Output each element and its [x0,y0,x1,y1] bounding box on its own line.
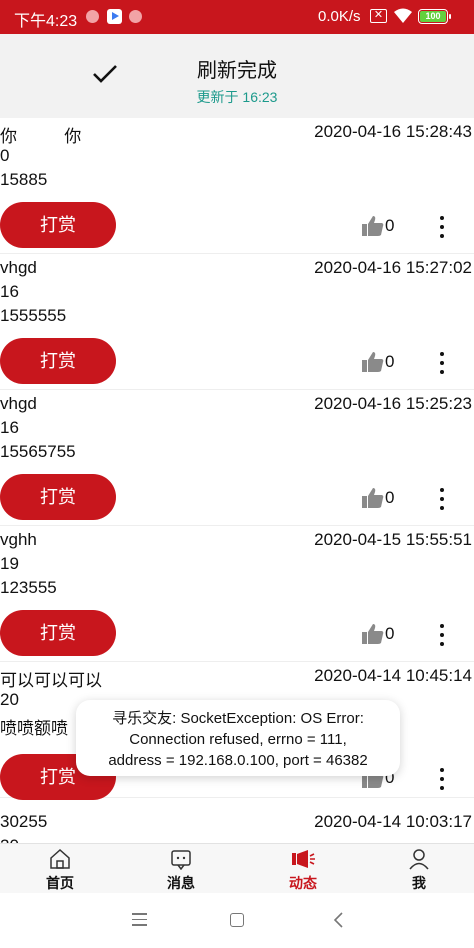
more-options-icon[interactable] [434,486,450,512]
post-author: 可以可以可以 [0,671,102,690]
home-icon [50,848,70,869]
notification-dot-icon [129,10,142,23]
post-content: 喷喷额喷 [0,719,68,738]
post-age: 16 [0,282,19,301]
tab-home[interactable]: 首页 [15,848,105,894]
post-author: 30255 [0,812,48,831]
post-content: 15885 [0,170,48,189]
post-item[interactable]: vhgd 2020-04-16 15:25:23 16 15565755 打赏 … [0,390,474,526]
thumbs-up-icon [362,352,384,372]
battery-level: 100 [420,11,446,22]
post-date: 2020-04-14 10:03:17 [314,812,472,831]
like-button[interactable]: 0 [361,486,401,510]
like-count: 0 [385,352,395,371]
refresh-header: 刷新完成 更新于 16:23 [0,34,474,118]
back-icon[interactable] [332,911,344,929]
status-time: 下午4:23 [14,13,78,30]
post-item[interactable]: 你 你 2020-04-16 15:28:43 0 15885 打赏 0 [0,118,474,254]
refresh-subtitle: 更新于 16:23 [196,89,278,105]
post-date: 2020-04-16 15:27:02 [314,258,472,277]
post-date: 2020-04-16 15:28:43 [314,122,472,141]
post-item[interactable]: vghh 2020-04-15 15:55:51 19 123555 打赏 0 [0,526,474,662]
user-icon [409,849,429,870]
recent-apps-icon[interactable] [132,913,147,930]
wifi-icon [394,8,412,23]
post-content: 1555555 [0,306,67,325]
post-item[interactable]: 30255 2020-04-14 10:03:17 20 [0,808,474,843]
more-options-icon[interactable] [434,214,450,240]
post-age: 20 [0,836,19,843]
post-age: 16 [0,418,19,437]
notification-dot-icon [86,10,99,23]
like-button[interactable]: 0 [361,622,401,646]
home-button-icon[interactable] [230,913,244,927]
toast-line: 寻乐交友: SocketException: OS Error: [112,710,364,727]
like-button[interactable]: 0 [361,214,401,238]
reward-button[interactable]: 打赏 [0,610,116,656]
toast-line: address = 192.168.0.100, port = 46382 [108,752,368,769]
post-content: 123555 [0,578,57,597]
tab-label: 消息 [167,875,195,891]
thumbs-up-icon [362,216,384,236]
like-count: 0 [385,624,395,643]
more-options-icon[interactable] [434,622,450,648]
sim-off-icon: ✕ [370,9,387,23]
reward-button[interactable]: 打赏 [0,202,116,248]
post-item[interactable]: vhgd 2020-04-16 15:27:02 16 1555555 打赏 0 [0,254,474,390]
post-author: 你 你 [0,127,82,146]
error-toast: 寻乐交友: SocketException: OS Error: Connect… [76,700,400,776]
tab-label: 首页 [46,875,74,891]
play-store-icon [107,9,122,24]
more-options-icon[interactable] [434,350,450,376]
reward-button[interactable]: 打赏 [0,474,116,520]
tab-me[interactable]: 我 [374,848,464,894]
post-age: 0 [0,146,10,165]
post-content: 15565755 [0,442,76,461]
battery-icon: 100 [418,9,451,24]
more-options-icon[interactable] [434,766,450,792]
toast-line: Connection refused, errno = 111, [129,731,347,748]
refresh-title: 刷新完成 [197,60,277,82]
thumbs-up-icon [362,624,384,644]
tab-label: 动态 [289,875,317,891]
status-bar: 下午4:23 0.0K/s ✕ 100 [0,0,474,34]
message-icon [171,850,191,871]
tab-label: 我 [412,875,426,891]
thumbs-up-icon [362,488,384,508]
reward-button[interactable]: 打赏 [0,338,116,384]
post-date: 2020-04-15 15:55:51 [314,530,472,549]
moments-icon [292,850,315,868]
post-date: 2020-04-14 10:45:14 [314,666,472,685]
post-author: vhgd [0,258,37,277]
system-nav-bar [0,893,474,948]
tab-moments[interactable]: 动态 [258,848,348,894]
post-age: 19 [0,554,19,573]
post-author: vhgd [0,394,37,413]
bottom-tab-bar: 首页 消息 动态 我 [0,843,474,893]
post-author: vghh [0,530,37,549]
post-age: 20 [0,690,19,709]
network-speed: 0.0K/s [318,8,361,25]
like-button[interactable]: 0 [361,350,401,374]
post-date: 2020-04-16 15:25:23 [314,394,472,413]
like-count: 0 [385,488,395,507]
tab-messages[interactable]: 消息 [136,848,226,894]
like-count: 0 [385,216,395,235]
